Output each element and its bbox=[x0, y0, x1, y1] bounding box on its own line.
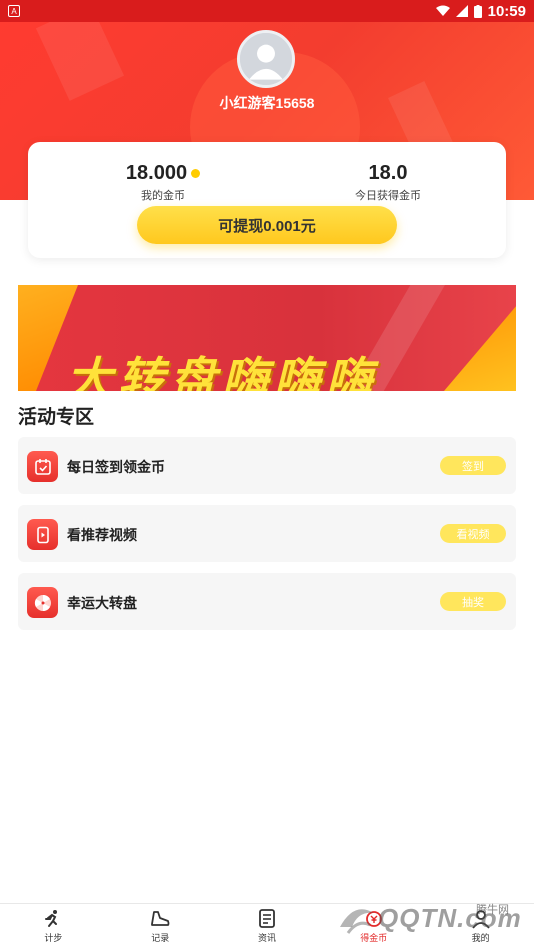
my-coins-label: 我的金币 bbox=[141, 190, 185, 202]
tab-label: 我的 bbox=[471, 932, 490, 943]
status-bar: A 10:59 bbox=[0, 0, 534, 22]
watch-video-button[interactable]: 看视频 bbox=[440, 524, 506, 543]
activity-title: 幸运大转盘 bbox=[67, 595, 137, 611]
clock: 10:59 bbox=[487, 2, 526, 20]
status-bar-right: 10:59 bbox=[435, 2, 526, 20]
phone-video-icon bbox=[27, 519, 58, 550]
user-silhouette-icon bbox=[240, 33, 292, 85]
banner-text: 大转盘嗨嗨嗨 bbox=[66, 353, 378, 391]
my-coins-stat: 18.000 我的金币 bbox=[113, 162, 213, 203]
wheel-icon bbox=[27, 587, 58, 618]
signal-icon bbox=[455, 5, 468, 17]
calendar-icon bbox=[27, 451, 58, 482]
coin-icon bbox=[191, 169, 201, 178]
news-icon bbox=[259, 908, 275, 928]
tab-label: 记录 bbox=[151, 932, 170, 943]
tab-label: 资讯 bbox=[257, 932, 276, 943]
running-icon bbox=[45, 909, 58, 927]
battery-icon bbox=[473, 4, 482, 18]
lottery-button[interactable]: 抽奖 bbox=[440, 592, 506, 611]
notification-app-icon: A bbox=[8, 5, 20, 17]
shoe-icon bbox=[151, 910, 170, 926]
tab-earn-coins[interactable]: 得金币 bbox=[320, 904, 427, 948]
bottom-tab-bar: 计步 记录 资讯 得金币 我的 bbox=[0, 903, 534, 948]
my-coins-value: 18.000 bbox=[125, 162, 188, 184]
banner-decor-right bbox=[444, 306, 516, 391]
checkin-button[interactable]: 签到 bbox=[440, 456, 506, 475]
tab-news[interactable]: 资讯 bbox=[214, 904, 321, 948]
tab-label: 计步 bbox=[44, 932, 63, 943]
activity-watch-video[interactable]: 看推荐视频 看视频 bbox=[18, 505, 516, 562]
tab-step-count[interactable]: 计步 bbox=[0, 904, 107, 948]
activity-daily-checkin[interactable]: 每日签到领金币 签到 bbox=[18, 437, 516, 494]
activity-title: 看推荐视频 bbox=[67, 527, 137, 543]
today-coins-value: 18.0 bbox=[368, 162, 408, 184]
tab-records[interactable]: 记录 bbox=[107, 904, 214, 948]
tab-label: 得金币 bbox=[360, 932, 388, 943]
profile-icon bbox=[471, 909, 490, 929]
section-title: 活动专区 bbox=[18, 407, 95, 428]
lucky-wheel-banner[interactable]: 大转盘嗨嗨嗨 bbox=[18, 285, 516, 391]
today-coins-label: 今日获得金币 bbox=[355, 190, 421, 202]
withdraw-button[interactable]: 可提现0.001元 bbox=[137, 206, 397, 244]
username: 小红游客15658 bbox=[219, 95, 315, 111]
coin-icon bbox=[365, 910, 382, 927]
coin-stats-card: 18.000 我的金币 18.0 今日获得金币 可提现0.001元 bbox=[28, 142, 506, 258]
today-coins-stat: 18.0 今日获得金币 bbox=[333, 162, 443, 203]
tab-profile[interactable]: 我的 bbox=[427, 904, 534, 948]
wifi-icon bbox=[435, 5, 450, 16]
activity-title: 每日签到领金币 bbox=[67, 459, 165, 475]
activity-lucky-wheel[interactable]: 幸运大转盘 抽奖 bbox=[18, 573, 516, 630]
avatar[interactable] bbox=[237, 30, 295, 88]
header-decor-stripe bbox=[35, 22, 125, 101]
